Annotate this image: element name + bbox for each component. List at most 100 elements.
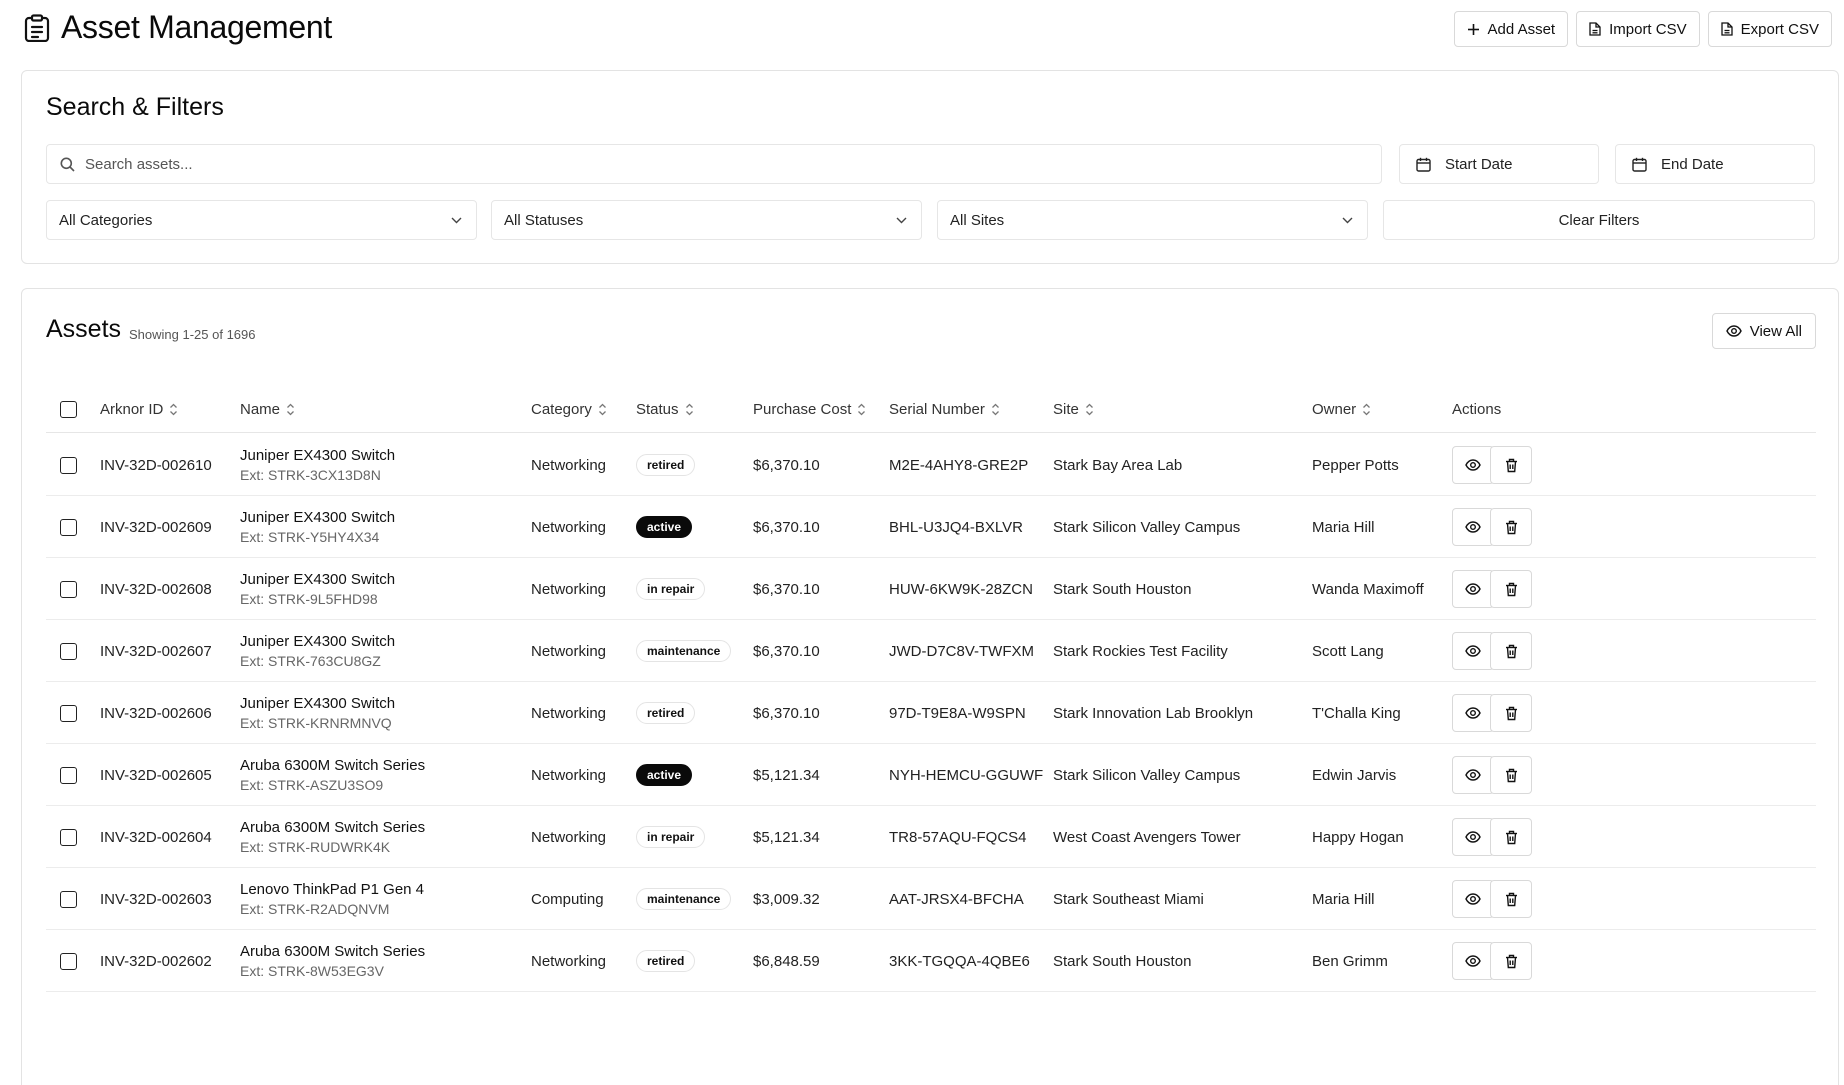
purchase-cost: $5,121.34 xyxy=(753,828,820,846)
add-asset-button[interactable]: Add Asset xyxy=(1453,11,1569,47)
status-badge: retired xyxy=(636,950,696,972)
table-row[interactable]: INV-32D-002605 Aruba 6300M Switch Series E… xyxy=(46,744,1816,806)
row-checkbox[interactable] xyxy=(60,704,77,722)
search-box[interactable] xyxy=(46,144,1382,184)
column-header-category[interactable]: Category xyxy=(531,385,607,433)
table-row[interactable]: INV-32D-002604 Aruba 6300M Switch Series E… xyxy=(46,806,1816,868)
column-header-id[interactable]: Arknor ID xyxy=(100,385,178,433)
view-asset-button[interactable] xyxy=(1452,570,1494,608)
owner-name: Edwin Jarvis xyxy=(1312,766,1397,784)
asset-ext-id: Ext: STRK-8W53EG3V xyxy=(240,963,384,979)
eye-icon xyxy=(1465,707,1481,719)
start-date-picker[interactable]: Start Date xyxy=(1399,144,1599,184)
trash-icon xyxy=(1505,644,1517,658)
delete-asset-button[interactable] xyxy=(1490,694,1532,732)
table-row[interactable]: INV-32D-002602 Aruba 6300M Switch Series E… xyxy=(46,930,1816,992)
column-header-cost[interactable]: Purchase Cost xyxy=(753,385,866,433)
site-select-value: All Sites xyxy=(950,211,1005,229)
table-row[interactable]: INV-32D-002607 Juniper EX4300 Switch Ext: … xyxy=(46,620,1816,682)
owner-name: Ben Grimm xyxy=(1312,952,1388,970)
status-badge: in repair xyxy=(636,826,706,848)
asset-ext-id: Ext: STRK-763CU8GZ xyxy=(240,653,381,669)
view-asset-button[interactable] xyxy=(1452,818,1494,856)
view-asset-button[interactable] xyxy=(1452,632,1494,670)
table-row[interactable]: INV-32D-002609 Juniper EX4300 Switch Ext: … xyxy=(46,496,1816,558)
view-all-button[interactable]: View All xyxy=(1711,313,1816,349)
asset-id: INV-32D-002604 xyxy=(100,828,212,846)
purchase-cost: $6,370.10 xyxy=(753,580,820,598)
sort-icon xyxy=(685,403,693,415)
column-header-name[interactable]: Name xyxy=(240,385,295,433)
trash-icon xyxy=(1505,706,1517,720)
row-checkbox[interactable] xyxy=(60,828,77,846)
table-row[interactable]: INV-32D-002610 Juniper EX4300 Switch Ext: … xyxy=(46,434,1816,496)
owner-name: Scott Lang xyxy=(1312,642,1384,660)
serial-number: NYH-HEMCU-GGUWF xyxy=(889,766,1044,784)
column-header-site[interactable]: Site xyxy=(1053,385,1094,433)
delete-asset-button[interactable] xyxy=(1490,508,1532,546)
row-checkbox[interactable] xyxy=(60,580,77,598)
status-cell: retired xyxy=(636,434,696,496)
asset-ext-id: Ext: STRK-9L5FHD98 xyxy=(240,591,378,607)
view-asset-button[interactable] xyxy=(1452,446,1494,484)
row-checkbox[interactable] xyxy=(60,518,77,536)
serial-number: M2E-4AHY8-GRE2P xyxy=(889,456,1029,474)
view-asset-button[interactable] xyxy=(1452,880,1494,918)
asset-name-cell: Aruba 6300M Switch Series Ext: STRK-ASZU3… xyxy=(240,744,425,806)
site-select[interactable]: All Sites xyxy=(937,200,1368,240)
column-header-status[interactable]: Status xyxy=(636,385,694,433)
table-header: Arknor ID Name Category Status Purchase … xyxy=(46,385,1816,433)
status-cell: active xyxy=(636,744,693,806)
delete-asset-button[interactable] xyxy=(1490,632,1532,670)
trash-icon xyxy=(1505,830,1517,844)
column-header-owner[interactable]: Owner xyxy=(1312,385,1371,433)
filters-title: Search & Filters xyxy=(46,93,224,121)
serial-number: BHL-U3JQ4-BXLVR xyxy=(889,518,1023,536)
owner-name: Wanda Maximoff xyxy=(1312,580,1424,598)
row-checkbox[interactable] xyxy=(60,456,77,474)
view-asset-button[interactable] xyxy=(1452,694,1494,732)
row-checkbox[interactable] xyxy=(60,952,77,970)
view-asset-button[interactable] xyxy=(1452,508,1494,546)
asset-name: Juniper EX4300 Switch xyxy=(240,695,396,712)
add-asset-label: Add Asset xyxy=(1487,20,1556,38)
column-header-serial[interactable]: Serial Number xyxy=(889,385,1000,433)
delete-asset-button[interactable] xyxy=(1490,942,1532,980)
row-checkbox[interactable] xyxy=(60,890,77,908)
column-label: Category xyxy=(531,400,592,418)
asset-category: Networking xyxy=(531,518,607,536)
clear-filters-button[interactable]: Clear Filters xyxy=(1383,200,1815,240)
file-icon xyxy=(1720,22,1733,36)
purchase-cost: $6,370.10 xyxy=(753,456,820,474)
top-bar: Asset Management Add Asset Import CSV Ex… xyxy=(0,0,1844,56)
table-row[interactable]: INV-32D-002603 Lenovo ThinkPad P1 Gen 4 Ex… xyxy=(46,868,1816,930)
delete-asset-button[interactable] xyxy=(1490,818,1532,856)
sort-icon xyxy=(1363,403,1371,415)
sort-icon xyxy=(858,403,866,415)
status-select[interactable]: All Statuses xyxy=(491,200,922,240)
delete-asset-button[interactable] xyxy=(1490,880,1532,918)
asset-name-cell: Juniper EX4300 Switch Ext: STRK-Y5HY4X34 xyxy=(240,496,395,558)
purchase-cost: $3,009.32 xyxy=(753,890,820,908)
select-all-checkbox[interactable] xyxy=(60,400,77,418)
category-select[interactable]: All Categories xyxy=(46,200,477,240)
export-csv-button[interactable]: Export CSV xyxy=(1707,11,1832,47)
delete-asset-button[interactable] xyxy=(1490,446,1532,484)
assets-count: Showing 1-25 of 1696 xyxy=(129,327,256,342)
end-date-picker[interactable]: End Date xyxy=(1615,144,1815,184)
delete-asset-button[interactable] xyxy=(1490,570,1532,608)
delete-asset-button[interactable] xyxy=(1490,756,1532,794)
table-row[interactable]: INV-32D-002608 Juniper EX4300 Switch Ext: … xyxy=(46,558,1816,620)
search-input[interactable] xyxy=(85,155,1285,173)
status-badge: retired xyxy=(636,454,696,476)
view-asset-button[interactable] xyxy=(1452,756,1494,794)
trash-icon xyxy=(1505,582,1517,596)
site-name: West Coast Avengers Tower xyxy=(1053,828,1241,846)
search-icon xyxy=(60,157,75,172)
view-asset-button[interactable] xyxy=(1452,942,1494,980)
import-csv-button[interactable]: Import CSV xyxy=(1576,11,1700,47)
table-row[interactable]: INV-32D-002606 Juniper EX4300 Switch Ext: … xyxy=(46,682,1816,744)
row-checkbox[interactable] xyxy=(60,766,77,784)
asset-category: Networking xyxy=(531,456,607,474)
row-checkbox[interactable] xyxy=(60,642,77,660)
